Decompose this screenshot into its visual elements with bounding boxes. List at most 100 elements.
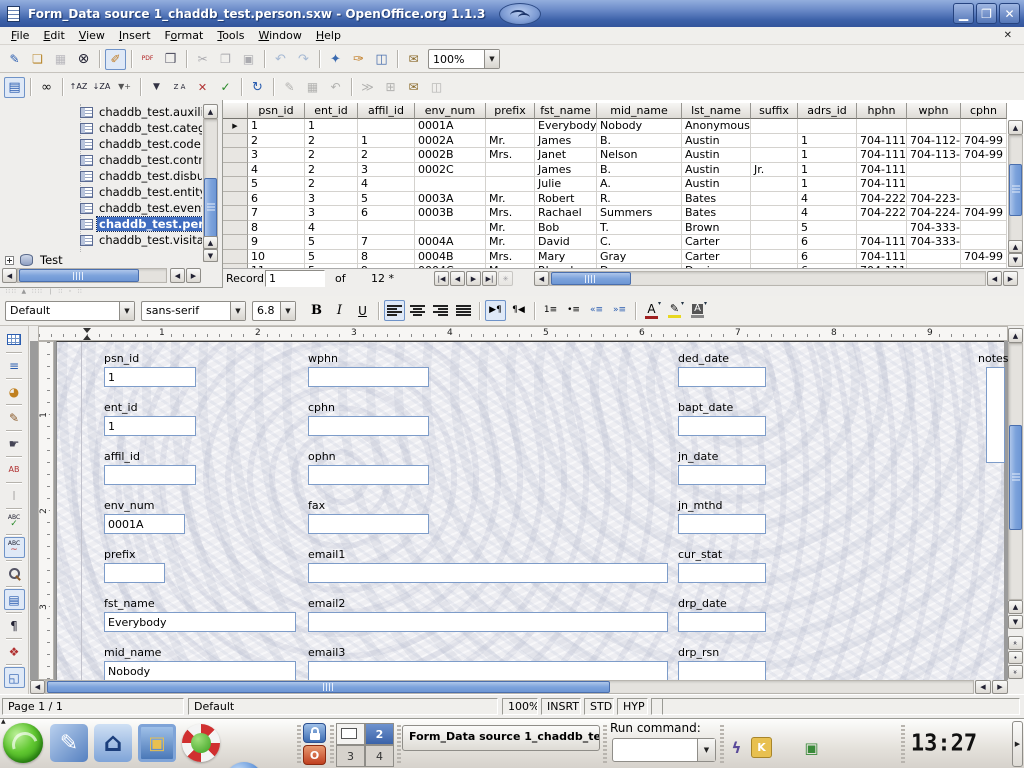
table-cell[interactable]: 5 bbox=[798, 221, 857, 236]
table-cell[interactable]: Bob bbox=[535, 221, 597, 236]
table-cell[interactable]: 704-224-5 bbox=[907, 206, 961, 221]
table-cell[interactable] bbox=[751, 134, 798, 149]
logout-button[interactable]: O bbox=[303, 745, 326, 765]
highlight-button[interactable]: ✎▾ bbox=[664, 300, 685, 321]
notes-textarea[interactable] bbox=[986, 367, 1005, 463]
table-cell[interactable]: 3 bbox=[248, 148, 305, 163]
table-cell[interactable]: 2 bbox=[305, 163, 358, 178]
sort-ascending-button[interactable]: ↑AZ bbox=[68, 77, 89, 98]
table-cell[interactable]: 704-223-4 bbox=[907, 192, 961, 207]
open-document-button[interactable]: ❏ bbox=[27, 49, 48, 70]
numbered-list-button[interactable]: 1≡ bbox=[540, 300, 561, 321]
column-header-mid_name[interactable]: mid_name bbox=[597, 103, 682, 119]
column-header-cphn[interactable]: cphn bbox=[961, 103, 1007, 119]
table-cell[interactable]: 4 bbox=[248, 163, 305, 178]
suse-menu-button[interactable] bbox=[3, 723, 43, 763]
ophn-input[interactable] bbox=[308, 465, 429, 485]
table-cell[interactable]: A. bbox=[597, 177, 682, 192]
prefix-input[interactable] bbox=[104, 563, 165, 583]
underline-button[interactable]: U bbox=[352, 300, 373, 321]
table-cell[interactable]: T. bbox=[597, 221, 682, 236]
web-browser-launcher[interactable] bbox=[225, 762, 263, 768]
table-cell[interactable]: 2 bbox=[305, 134, 358, 149]
table-cell[interactable]: Carter bbox=[682, 235, 751, 250]
table-cell[interactable]: 7 bbox=[358, 235, 415, 250]
new-document-button[interactable]: ✎ bbox=[4, 49, 25, 70]
desktop-4[interactable]: 4 bbox=[365, 745, 394, 767]
menu-edit[interactable]: Edit bbox=[36, 28, 71, 43]
tree-scroll-down-button[interactable]: ▼ bbox=[203, 249, 218, 262]
table-cell[interactable]: Mrs. bbox=[486, 206, 535, 221]
table-cell[interactable]: 0001A bbox=[415, 119, 486, 134]
tree-scroll-up2-button[interactable]: ▲ bbox=[203, 236, 218, 249]
table-cell[interactable]: 10 bbox=[248, 250, 305, 265]
table-cell[interactable]: 2 bbox=[305, 148, 358, 163]
table-cell[interactable]: Jr. bbox=[751, 163, 798, 178]
tree-item-chaddb-test-auxiliary[interactable]: chaddb_test.auxiliary bbox=[0, 104, 202, 120]
affil_id-input[interactable] bbox=[104, 465, 196, 485]
table-cell[interactable]: James bbox=[535, 134, 597, 149]
tree-item-chaddb-test-code[interactable]: chaddb_test.code bbox=[0, 136, 202, 152]
table-cell[interactable]: 704-111-1 bbox=[857, 177, 907, 192]
row-header[interactable] bbox=[223, 134, 248, 149]
row-header[interactable] bbox=[223, 206, 248, 221]
find-replace-button[interactable] bbox=[4, 563, 25, 584]
last-record-button[interactable]: ▶| bbox=[482, 271, 497, 286]
refresh-button[interactable]: ↻ bbox=[247, 77, 268, 98]
standard-filter-button[interactable]: ▼ bbox=[146, 77, 167, 98]
table-cell[interactable] bbox=[961, 163, 1007, 178]
align-right-button[interactable] bbox=[430, 300, 451, 321]
table-cell[interactable] bbox=[415, 221, 486, 236]
scroll-up-button[interactable]: ▲ bbox=[1008, 328, 1023, 343]
navigation-dot-button[interactable]: • bbox=[1008, 651, 1023, 664]
table-cell[interactable] bbox=[961, 119, 1007, 134]
table-cell[interactable]: 6 bbox=[358, 206, 415, 221]
sort-button[interactable]: Z A bbox=[169, 77, 190, 98]
fax-input[interactable] bbox=[308, 514, 429, 534]
run-command-combobox[interactable]: ▼ bbox=[612, 738, 716, 762]
graphics-toggle-button[interactable]: ❖ bbox=[4, 641, 25, 662]
table-cell[interactable]: Austin bbox=[682, 148, 751, 163]
email2-input[interactable] bbox=[308, 612, 668, 632]
table-cell[interactable]: James bbox=[535, 163, 597, 178]
expand-icon[interactable] bbox=[5, 256, 14, 265]
insert-table-button[interactable] bbox=[4, 329, 25, 350]
table-corner-header[interactable] bbox=[223, 103, 248, 119]
align-center-button[interactable] bbox=[407, 300, 428, 321]
autofilter-button[interactable]: ▼+ bbox=[114, 77, 135, 98]
column-header-env_num[interactable]: env_num bbox=[415, 103, 486, 119]
font-name-combobox[interactable]: sans-serif ▼ bbox=[141, 301, 246, 321]
tree-hscroll-left-button[interactable]: ◀ bbox=[2, 268, 17, 283]
desktop-2[interactable]: 2 bbox=[365, 723, 394, 745]
table-cell[interactable]: 3 bbox=[305, 206, 358, 221]
tree-item-chaddb-test-person[interactable]: chaddb_test.person bbox=[0, 216, 202, 232]
splitter-handle-strip[interactable]: ∷∷ ▲ ∷∷ ❘ ∷ ◦ ∷ bbox=[0, 288, 1024, 296]
maximize-button[interactable]: ❐ bbox=[976, 3, 997, 24]
table-cell[interactable] bbox=[358, 119, 415, 134]
menu-format[interactable]: Format bbox=[158, 28, 211, 43]
table-cell[interactable]: 1 bbox=[248, 119, 305, 134]
table-cell[interactable] bbox=[907, 119, 961, 134]
table-cell[interactable]: 704-111-1 bbox=[857, 163, 907, 178]
table-cell[interactable]: 704-111-2 bbox=[857, 250, 907, 265]
help-center-launcher[interactable] bbox=[182, 724, 220, 762]
table-cell[interactable]: 704-222-2 bbox=[857, 192, 907, 207]
insert-fields-button[interactable]: ≡ bbox=[4, 355, 25, 376]
autotext-button[interactable]: AB bbox=[4, 459, 25, 480]
font-color-button[interactable]: A▾ bbox=[641, 300, 662, 321]
row-header[interactable] bbox=[223, 250, 248, 265]
online-layout-button[interactable]: ◱ bbox=[4, 667, 25, 688]
env_num-input[interactable] bbox=[104, 514, 185, 534]
row-header[interactable] bbox=[223, 192, 248, 207]
tree-scrollbar-thumb[interactable] bbox=[204, 178, 217, 238]
previous-page-button[interactable]: « bbox=[1008, 636, 1023, 650]
tree-hscrollbar-thumb[interactable] bbox=[19, 269, 139, 282]
table-cell[interactable]: 3 bbox=[358, 163, 415, 178]
jn_mthd-input[interactable] bbox=[678, 514, 766, 534]
mail-button[interactable]: ✉ bbox=[403, 49, 424, 70]
table-cell[interactable]: 6 bbox=[248, 192, 305, 207]
table-cell[interactable]: 1 bbox=[798, 148, 857, 163]
table-cell[interactable] bbox=[358, 221, 415, 236]
column-header-lst_name[interactable]: lst_name bbox=[682, 103, 751, 119]
table-cell[interactable] bbox=[751, 148, 798, 163]
